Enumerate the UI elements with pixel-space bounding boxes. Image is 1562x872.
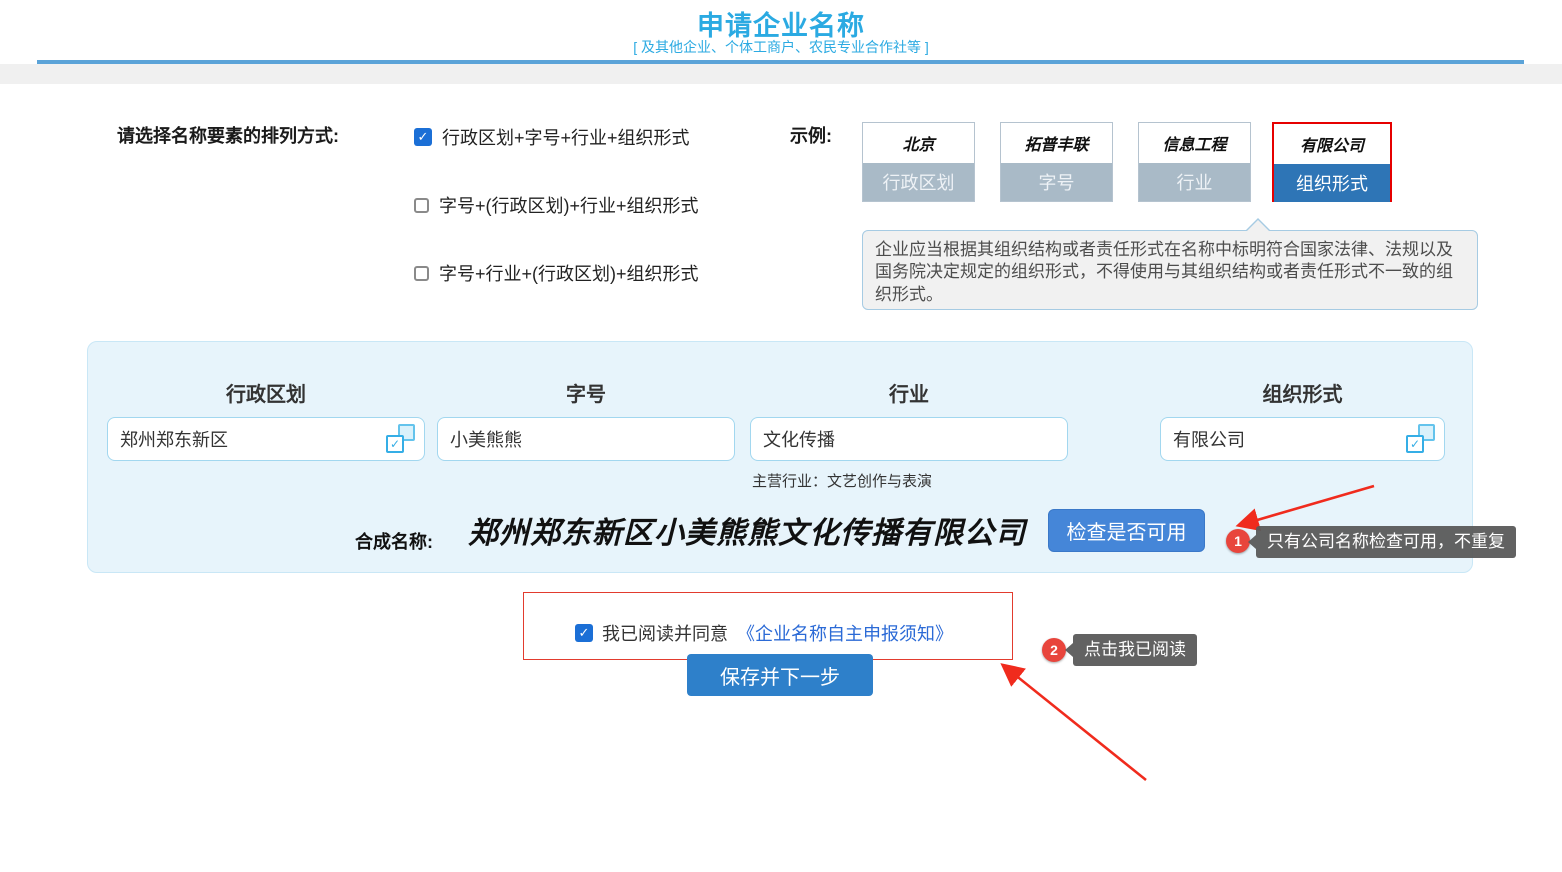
page-subtitle: [ 及其他企业、个体工商户、农民专业合作社等 ] (0, 37, 1562, 57)
example-category: 字号 (1001, 163, 1112, 201)
orgform-note-text: 企业应当根据其组织结构或者责任形式在名称中标明符合国家法律、法规以及国务院决定规… (875, 240, 1453, 304)
step-badge-1: 1 (1226, 529, 1250, 553)
arrangement-option-row: 字号+行业+(行政区划)+组织形式 (414, 260, 699, 286)
check-availability-button[interactable]: 检查是否可用 (1048, 509, 1205, 552)
example-name: 拓普丰联 (1001, 123, 1112, 163)
example-section-label: 示例: (790, 122, 832, 148)
main-industry-hint: 主营行业：文艺创作与表演 (752, 470, 932, 491)
example-box-tradename: 拓普丰联 字号 (1000, 122, 1113, 202)
tradename-input[interactable] (437, 417, 735, 461)
field-label-region: 行政区划 (107, 378, 425, 407)
composed-name-value: 郑州郑东新区小美熊熊文化传播有限公司 (462, 508, 1032, 552)
region-input[interactable] (107, 417, 425, 461)
field-label-tradename: 字号 (437, 378, 735, 407)
agreement-row: ✓ 我已阅读并同意 《企业名称自主申报须知》 (575, 620, 953, 646)
step-badge-2: 2 (1042, 638, 1066, 662)
arrangement-section-label: 请选择名称要素的排列方式: (117, 122, 339, 148)
example-box-industry: 信息工程 行业 (1138, 122, 1251, 202)
field-label-industry: 行业 (750, 378, 1068, 407)
agreement-notice-link[interactable]: 《企业名称自主申报须知》 (737, 620, 953, 646)
region-picker-checklist-icon[interactable]: ✓ (386, 424, 415, 453)
example-box-region: 北京 行政区划 (862, 122, 975, 202)
arrangement-option-row: 字号+(行政区划)+行业+组织形式 (414, 192, 699, 218)
tooltip-caret-icon (1245, 218, 1271, 231)
example-category: 行业 (1139, 163, 1250, 201)
step-tooltip-2: 点击我已阅读 (1073, 634, 1197, 666)
orgform-note-tooltip: 企业应当根据其组织结构或者责任形式在名称中标明符合国家法律、法规以及国务院决定规… (862, 230, 1478, 310)
example-name: 有限公司 (1274, 124, 1390, 164)
picker-check-square: ✓ (1406, 435, 1424, 453)
save-next-button[interactable]: 保存并下一步 (687, 654, 873, 696)
checkbox-unchecked-icon[interactable] (414, 266, 429, 281)
checkbox-unchecked-icon[interactable] (414, 198, 429, 213)
example-box-orgform-highlighted: 有限公司 组织形式 (1272, 122, 1392, 202)
example-category: 组织形式 (1274, 164, 1390, 202)
orgform-picker-checklist-icon[interactable]: ✓ (1406, 424, 1435, 453)
example-category: 行政区划 (863, 163, 974, 201)
field-label-orgform: 组织形式 (1160, 378, 1445, 407)
arrangement-option-label[interactable]: 行政区划+字号+行业+组织形式 (442, 124, 690, 150)
arrangement-option-label[interactable]: 字号+(行政区划)+行业+组织形式 (439, 192, 699, 218)
industry-input[interactable] (750, 417, 1068, 461)
orgform-input[interactable] (1160, 417, 1445, 461)
arrangement-option-row: ✓ 行政区划+字号+行业+组织形式 (414, 124, 690, 150)
agreement-checkbox-checked-icon[interactable]: ✓ (575, 624, 593, 642)
header-band (0, 64, 1562, 84)
composed-name-label: 合成名称: (355, 528, 433, 554)
checkbox-checked-icon[interactable]: ✓ (414, 128, 432, 146)
example-name: 北京 (863, 123, 974, 163)
step-tooltip-1: 只有公司名称检查可用，不重复 (1256, 526, 1516, 558)
page: 申请企业名称 [ 及其他企业、个体工商户、农民专业合作社等 ] 请选择名称要素的… (0, 0, 1562, 872)
example-name: 信息工程 (1139, 123, 1250, 163)
agreement-text: 我已阅读并同意 (602, 620, 728, 646)
picker-check-square: ✓ (386, 435, 404, 453)
arrangement-option-label[interactable]: 字号+行业+(行政区划)+组织形式 (439, 260, 699, 286)
